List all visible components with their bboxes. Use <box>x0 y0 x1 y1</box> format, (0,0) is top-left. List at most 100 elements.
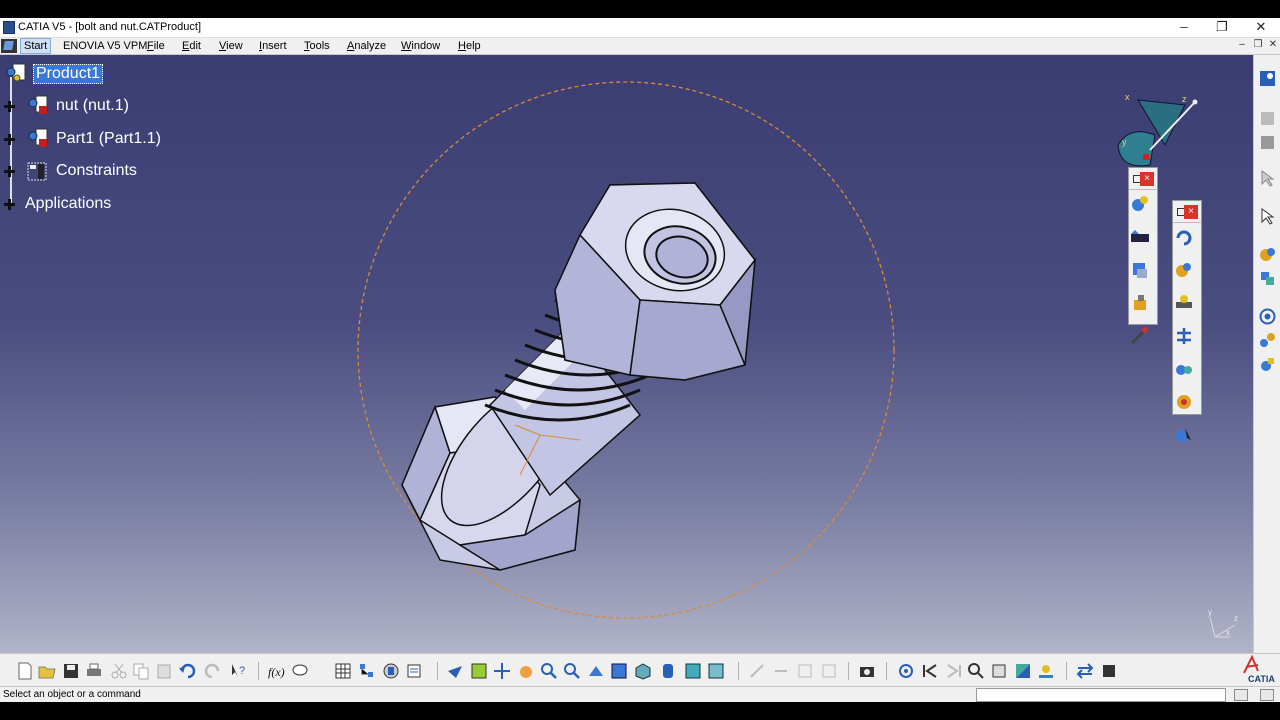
tree-label-part1[interactable]: Part1 (Part1.1) <box>56 130 161 148</box>
expand-icon[interactable] <box>4 134 15 145</box>
close-button[interactable]: ✕ <box>1247 19 1275 35</box>
redo-icon[interactable] <box>204 662 222 680</box>
menu-analyze[interactable]: Analyze <box>344 39 389 53</box>
space-analysis-icon[interactable] <box>1258 245 1277 264</box>
maximize-button[interactable]: ❐ <box>1208 19 1236 35</box>
mdi-restore-button[interactable]: ❐ <box>1251 39 1265 50</box>
clash-icon[interactable] <box>1258 269 1277 288</box>
update-icon[interactable] <box>1173 226 1195 248</box>
tools-icon[interactable] <box>1129 325 1151 347</box>
hide-show-icon[interactable] <box>684 662 702 680</box>
manipulation-icon[interactable] <box>1129 226 1151 248</box>
fix-together-icon[interactable] <box>1173 424 1195 446</box>
design-mode-icon[interactable] <box>382 662 400 680</box>
tree-label-root[interactable]: Product1 <box>33 64 104 84</box>
command-input[interactable] <box>976 688 1226 702</box>
properties-icon[interactable] <box>405 662 423 680</box>
render-style-icon[interactable] <box>1014 662 1032 680</box>
open-folder-icon[interactable] <box>38 662 56 680</box>
shading-icon[interactable] <box>659 662 677 680</box>
toolbar-header: × <box>1129 168 1157 190</box>
rotate-icon[interactable] <box>517 662 535 680</box>
snap-icon[interactable] <box>1129 259 1151 281</box>
cut-icon[interactable] <box>110 662 128 680</box>
camera-icon[interactable] <box>858 662 876 680</box>
coincidence-constraint-icon[interactable] <box>1173 259 1195 281</box>
toolbar-close-button[interactable]: × <box>1184 205 1198 219</box>
menu-help[interactable]: Help <box>455 39 484 53</box>
pan-icon[interactable] <box>493 662 511 680</box>
bolt-and-nut-model[interactable] <box>340 75 920 635</box>
menu-view[interactable]: View <box>216 39 246 53</box>
3d-compass-icon[interactable] <box>990 662 1008 680</box>
catalog-table-icon[interactable] <box>334 662 352 680</box>
new-file-icon[interactable] <box>16 662 34 680</box>
tree-label-constraints[interactable]: Constraints <box>56 162 137 180</box>
paste-icon[interactable] <box>155 662 173 680</box>
zoom-in-icon[interactable] <box>540 662 558 680</box>
last-frame-icon[interactable] <box>945 662 963 680</box>
print-icon[interactable] <box>85 662 103 680</box>
menu-start[interactable]: Start <box>20 38 52 54</box>
tree-node-applications[interactable]: Applications <box>0 193 130 217</box>
tree-label-nut[interactable]: nut (nut.1) <box>56 97 129 115</box>
mdi-minimize-button[interactable]: – <box>1235 39 1249 50</box>
annotation-icon[interactable] <box>291 662 309 680</box>
select-icon[interactable] <box>1258 169 1277 188</box>
whats-this-icon[interactable]: ? <box>229 662 247 680</box>
angle-constraint-icon[interactable] <box>1173 358 1195 380</box>
lighting-icon[interactable] <box>1037 662 1055 680</box>
zoom-area-icon[interactable] <box>967 662 985 680</box>
toolbar-close-button[interactable]: × <box>1140 172 1154 186</box>
first-frame-icon[interactable] <box>921 662 939 680</box>
menu-edit[interactable]: Edit <box>179 39 204 53</box>
mdi-close-button[interactable]: ✕ <box>1266 39 1280 50</box>
expand-icon[interactable] <box>4 101 15 112</box>
minimize-button[interactable]: – <box>1170 19 1198 35</box>
normal-view-icon[interactable] <box>587 662 605 680</box>
multi-view-icon[interactable] <box>610 662 628 680</box>
status-button[interactable] <box>1260 689 1274 701</box>
graph-tree-icon[interactable] <box>358 662 376 680</box>
menu-tools[interactable]: Tools <box>301 39 333 53</box>
3d-viewport[interactable]: Product1 nut (nut.1) Part1 (Part1.1) Con… <box>0 55 1253 653</box>
tree-node-root[interactable]: Product1 <box>0 62 120 86</box>
tree-node-constraints[interactable]: Constraints <box>0 160 150 184</box>
catalog-browser-icon[interactable] <box>1258 133 1277 152</box>
zoom-out-icon[interactable] <box>563 662 581 680</box>
fit-all-icon[interactable] <box>470 662 488 680</box>
fix-component-icon[interactable] <box>1173 391 1195 413</box>
formula-icon[interactable]: f(x) <box>268 662 286 680</box>
menu-window[interactable]: Window <box>398 39 443 53</box>
isometric-view-icon[interactable] <box>634 662 652 680</box>
reuse-pattern-icon[interactable] <box>1129 292 1151 314</box>
document-switch-icon[interactable] <box>1100 662 1118 680</box>
expand-icon[interactable] <box>4 199 15 210</box>
catia-menu-logo-icon[interactable] <box>1 39 17 53</box>
expand-icon[interactable] <box>4 166 15 177</box>
tree-label-applications[interactable]: Applications <box>25 195 111 213</box>
offset-constraint-icon[interactable] <box>1173 325 1195 347</box>
window-title: CATIA V5 - [bolt and nut.CATProduct] <box>18 21 202 33</box>
contact-constraint-icon[interactable] <box>1173 292 1195 314</box>
sectioning-icon[interactable] <box>1258 307 1277 326</box>
measure-icon[interactable] <box>1258 355 1277 374</box>
workbench-icon[interactable] <box>1258 69 1277 88</box>
tree-node-part1[interactable]: Part1 (Part1.1) <box>0 128 170 152</box>
menu-insert[interactable]: Insert <box>256 39 290 53</box>
copy-icon[interactable] <box>132 662 150 680</box>
swap-visible-space-icon[interactable] <box>707 662 725 680</box>
existing-component-icon[interactable] <box>1129 193 1151 215</box>
save-icon[interactable] <box>62 662 80 680</box>
undo-icon[interactable] <box>178 662 196 680</box>
selection-mode-icon[interactable] <box>1258 207 1277 226</box>
distance-icon[interactable] <box>1258 331 1277 350</box>
swap-icon[interactable] <box>1076 662 1094 680</box>
catalog-icon[interactable] <box>1258 109 1277 128</box>
status-button[interactable] <box>1234 689 1248 701</box>
menu-file[interactable]: File <box>144 39 168 53</box>
menu-enovia[interactable]: ENOVIA V5 VPM <box>60 39 150 53</box>
target-icon[interactable] <box>897 662 915 680</box>
fly-mode-icon[interactable] <box>446 662 464 680</box>
tree-node-nut[interactable]: nut (nut.1) <box>0 95 140 119</box>
